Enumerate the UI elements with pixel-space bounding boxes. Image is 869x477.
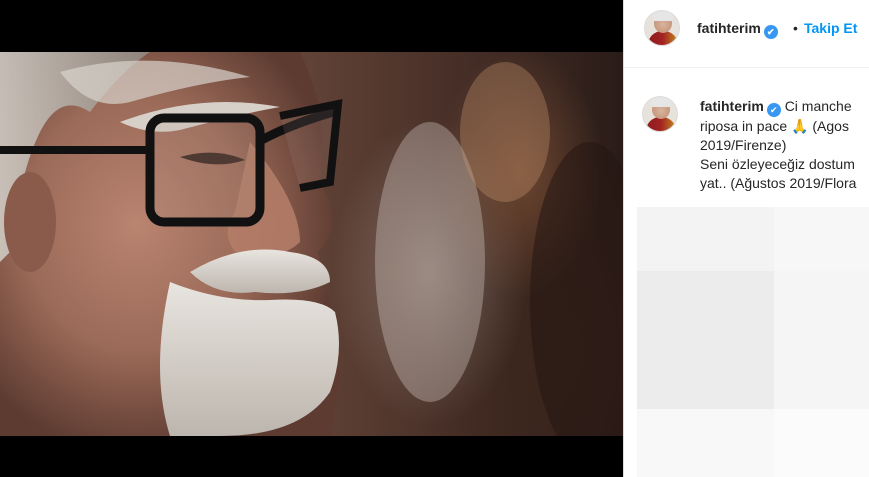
caption-username[interactable]: fatihterim (700, 98, 764, 114)
portrait-illustration (0, 52, 623, 436)
post-caption: fatihterim ✔ Ci manche riposa in pace 🙏 (… (700, 97, 869, 193)
avatar-shirt (648, 31, 678, 45)
follow-button[interactable]: Takip Et (804, 20, 857, 36)
header-username[interactable]: fatihterim ✔ (697, 20, 778, 39)
avatar-shirt (646, 117, 676, 131)
placeholder-block (637, 409, 774, 477)
caption-line-3: 2019/Firenze) (700, 137, 787, 153)
verified-badge-icon: ✔ (763, 25, 778, 39)
caption-line-5: yat.. (Ağustos 2019/Flora (700, 175, 857, 191)
placeholder-block (637, 271, 774, 409)
letterbox-bottom (0, 436, 623, 477)
header-username-text[interactable]: fatihterim (697, 20, 761, 36)
post-image[interactable] (0, 52, 623, 436)
placeholder-block (774, 207, 869, 271)
post-header: fatihterim ✔ • Takip Et (624, 0, 869, 68)
verified-badge-icon: ✔ (766, 103, 781, 117)
separator-dot: • (793, 20, 798, 36)
placeholder-block (774, 271, 869, 409)
comments-loading-placeholder (637, 207, 869, 477)
post-media[interactable] (0, 0, 623, 477)
avatar-hair (651, 98, 671, 107)
caption-text-1: Ci manche (784, 98, 852, 114)
letterbox-top (0, 0, 623, 52)
caption-avatar[interactable] (642, 96, 678, 132)
post-side-panel: fatihterim ✔ • Takip Et fatihterim ✔ Ci ma… (623, 0, 869, 477)
placeholder-block (774, 409, 869, 477)
placeholder-block (637, 207, 774, 271)
caption-line-4: Seni özleyeceğiz dostum (700, 156, 855, 172)
caption-line-1: fatihterim ✔ Ci manche (700, 97, 869, 117)
avatar-hair (653, 12, 673, 21)
header-avatar[interactable] (644, 10, 680, 46)
caption-line-2: riposa in pace 🙏 (Agos (700, 118, 849, 134)
